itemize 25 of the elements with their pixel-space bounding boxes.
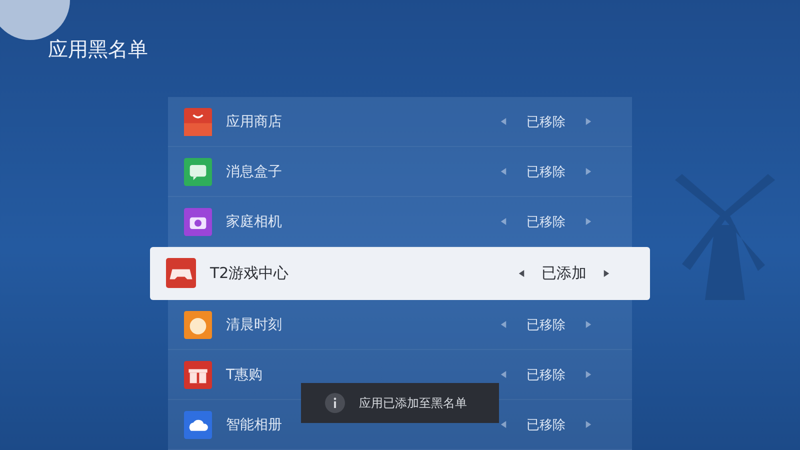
app-name: 清晨时刻 (226, 316, 283, 334)
status-value: 已移除 (526, 416, 566, 434)
status-value: 已移除 (526, 316, 566, 334)
status-value: 已添加 (540, 264, 588, 282)
app-name: 智能相册 (226, 416, 283, 434)
app-name: T惠购 (226, 366, 264, 384)
bag-icon (184, 108, 212, 136)
chat-bubble-icon (184, 158, 212, 186)
status-value: 已移除 (526, 366, 566, 384)
left-arrow-icon[interactable] (518, 268, 525, 278)
gift-icon (184, 360, 212, 388)
page-title: 应用黑名单 (48, 36, 148, 63)
cloud-icon (184, 410, 212, 438)
status-value: 已移除 (526, 164, 566, 180)
sun-icon (184, 310, 212, 338)
status-value: 已移除 (526, 114, 566, 130)
info-icon (325, 393, 345, 413)
app-row[interactable]: T2游戏中心 已添加 (150, 247, 650, 300)
app-name: 家庭相机 (226, 212, 283, 230)
right-arrow-icon[interactable] (603, 268, 610, 278)
app-name: 消息盒子 (226, 162, 283, 180)
app-name: 应用商店 (226, 112, 283, 130)
status-value: 已移除 (526, 214, 566, 230)
camera-icon (184, 208, 212, 236)
app-name: T2游戏中心 (210, 264, 290, 282)
